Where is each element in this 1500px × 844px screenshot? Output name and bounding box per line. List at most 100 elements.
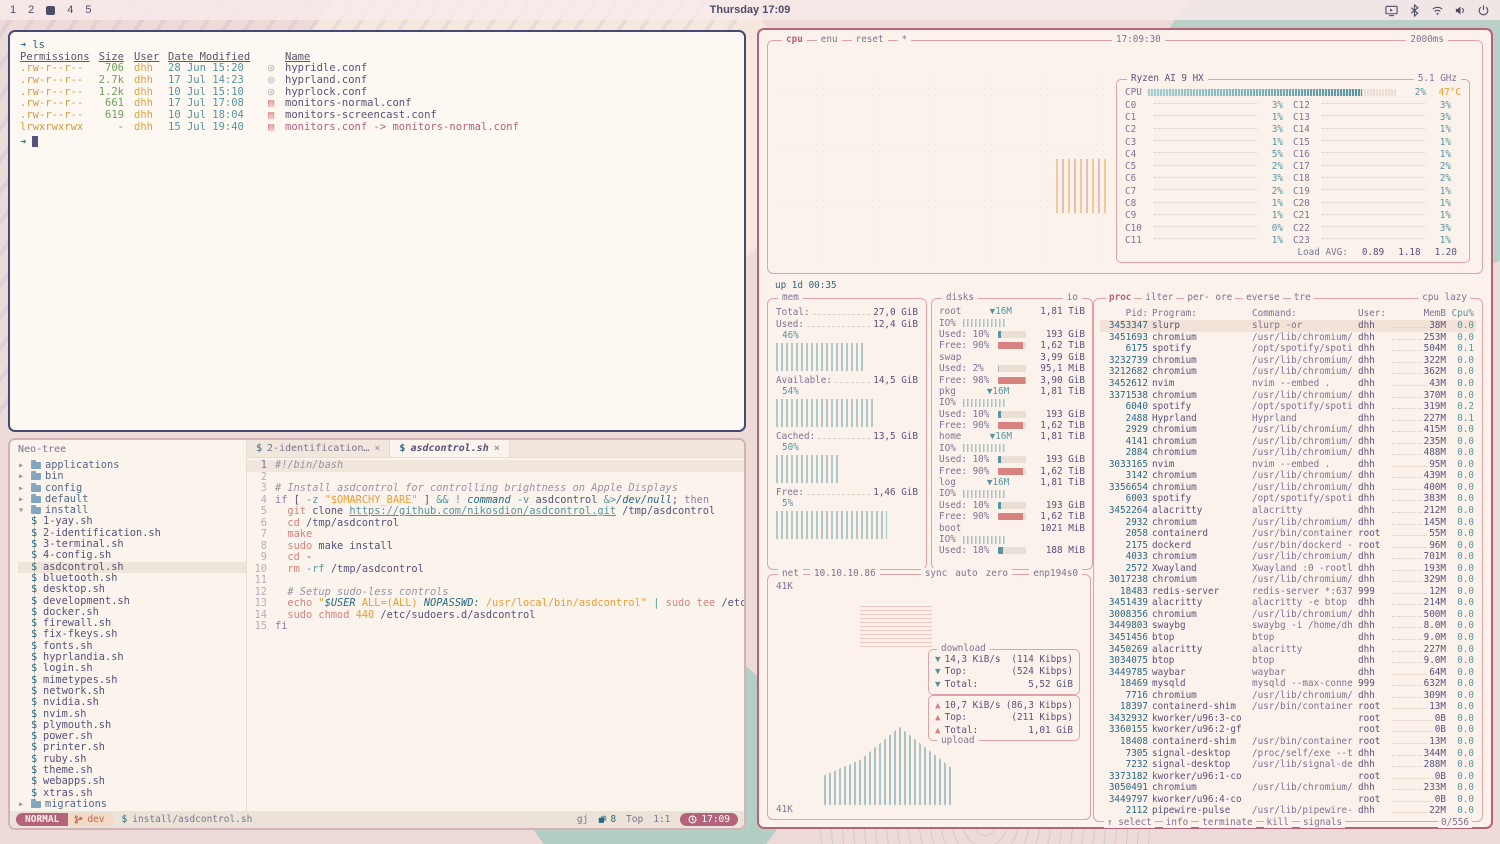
process-row[interactable]: 3373182kworker/u96:1-coroot0B0.0 [1100,770,1476,782]
process-row[interactable]: 3449803swaybgswaybg -i /home/dhdhh8.0M0.… [1100,620,1476,632]
process-row[interactable]: 2488HyprlandHyprlanddhh227M0.1 [1100,412,1476,424]
process-row[interactable]: 3452264alacrittyalacrittydhh212M0.0 [1100,505,1476,517]
process-row[interactable]: 3033165nvimnvim --embed .dhh95M0.0 [1100,459,1476,471]
process-row[interactable]: 3449797kworker/u96:4-coroot0B0.0 [1100,793,1476,805]
proc-tab-tre[interactable]: tre [1291,292,1314,303]
process-row[interactable]: 3356654chromium/usr/lib/chromium/dhh400M… [1100,482,1476,494]
process-row[interactable]: 2112pipewire-pulse/usr/lib/pipewire-dhh2… [1100,805,1476,817]
process-row[interactable]: 2175dockerd/usr/bin/dockerd -root96M0.0 [1100,539,1476,551]
net-interface[interactable]: enp194s0 [1029,568,1082,580]
tab-count[interactable]: 8 [598,814,616,825]
tree-file-nvidia.sh[interactable]: $nvidia.sh [18,697,246,708]
proc-col-program[interactable]: Program: [1152,308,1248,319]
process-row[interactable]: 3453347slurpslurp -ordhh38M0.0 [1100,320,1476,332]
net-button-auto[interactable]: auto [955,568,977,580]
tree-file-login.sh[interactable]: $login.sh [18,663,246,674]
btop-window[interactable]: cpuenureset* 17:09:30 2000ms Ryzen AI 9 … [757,28,1493,829]
proc-sort[interactable]: cpu lazy [1419,292,1470,303]
proc-tab-proc[interactable]: proc [1106,292,1134,303]
process-row[interactable]: 7305signal-desktop/proc/self/exe --tdhh3… [1100,747,1476,759]
workspace-1[interactable]: 1 [10,4,16,16]
btop-button-preset[interactable]: * [898,34,912,45]
tree-dir-bin[interactable]: ▸bin [18,471,246,482]
workspace-3-active[interactable] [46,6,55,15]
net-box-title[interactable]: net [778,568,803,580]
editor-window[interactable]: Neo-tree ▸applications▸bin▸config▸defaul… [8,438,746,830]
tree-file-4-config.sh[interactable]: $4-config.sh [18,550,246,561]
process-row[interactable]: 3212682chromium/usr/lib/chromium/dhh362M… [1100,366,1476,378]
process-row[interactable]: 6175spotify/opt/spotify/spotidhh504M0.1 [1100,343,1476,355]
proc-tab-ilter[interactable]: ilter [1142,292,1176,303]
btop-interval[interactable]: 2000ms [1406,34,1448,45]
btop-button-reset[interactable]: reset [852,34,888,45]
wifi-icon[interactable] [1431,4,1444,17]
tree-file-webapps.sh[interactable]: $webapps.sh [18,776,246,787]
process-row[interactable]: 3232739chromium/usr/lib/chromium/dhh322M… [1100,355,1476,367]
volume-icon[interactable] [1454,4,1467,17]
workspace-4[interactable]: 4 [67,4,73,16]
bluetooth-icon[interactable] [1408,4,1421,17]
btop-button-cpu[interactable]: cpu [782,34,807,45]
btop-button-enu[interactable]: enu [817,34,842,45]
proc-action-signals[interactable]: signals [1300,817,1345,828]
process-row[interactable]: 3451439alacrittyalacritty -e btopdhh214M… [1100,597,1476,609]
proc-col-command[interactable]: Command: [1252,308,1354,319]
proc-action-kill[interactable]: kill [1264,817,1292,828]
process-row[interactable]: 4033chromium/usr/lib/chromium/dhh701M0.0 [1100,551,1476,563]
process-row[interactable]: 3142chromium/usr/lib/chromium/dhh439M0.0 [1100,470,1476,482]
tree-file-desktop.sh[interactable]: $desktop.sh [18,584,246,595]
process-row[interactable]: 3432932kworker/u96:3-coroot0B0.0 [1100,713,1476,725]
process-row[interactable]: 18397containerd-shim/usr/bin/containerro… [1100,701,1476,713]
code-buffer[interactable]: 1#!/bin/bash23# Install asdcontrol for c… [247,458,744,811]
process-row[interactable]: 6040spotify/opt/spotify/spotidhh319M0.2 [1100,401,1476,413]
disks-box-title[interactable]: disks [942,292,978,304]
process-row[interactable]: 18483redis-serverredis-server *:63799912… [1100,586,1476,598]
process-row[interactable]: 2929chromium/usr/lib/chromium/dhh415M0.0 [1100,424,1476,436]
power-icon[interactable] [1477,4,1490,17]
proc-col-pid[interactable]: Pid: [1102,308,1148,319]
process-row[interactable]: 3050491chromium/usr/lib/chromium/dhh233M… [1100,782,1476,794]
process-row[interactable]: 18408containerd-shim/usr/bin/containerro… [1100,736,1476,748]
process-row[interactable]: 6003spotify/opt/spotify/spotidhh383M0.0 [1100,493,1476,505]
process-row[interactable]: 3017238chromium/usr/lib/chromium/dhh329M… [1100,574,1476,586]
net-button-sync[interactable]: sync [925,568,947,580]
proc-col-user[interactable]: User: [1358,308,1388,319]
process-row[interactable]: 3450269alacrittyalacrittydhh227M0.0 [1100,643,1476,655]
proc-action--select[interactable]: ↑ select [1104,817,1155,828]
workspace-2[interactable]: 2 [28,4,34,16]
io-toggle[interactable]: io [1063,292,1082,304]
proc-action-terminate[interactable]: terminate [1199,817,1255,828]
process-row[interactable]: 3449785waybarwaybardhh64M0.0 [1100,666,1476,678]
mem-box-title[interactable]: mem [778,292,803,304]
process-row[interactable]: 18469mysqldmysqld --max-conne999632M0.0 [1100,678,1476,690]
process-row[interactable]: 7716chromium/usr/lib/chromium/dhh309M0.0 [1100,690,1476,702]
process-row[interactable]: 7232signal-desktop/usr/lib/signal-dedhh2… [1100,759,1476,771]
process-row[interactable]: 2572XwaylandXwayland :0 -rootldhh193M0.0 [1100,562,1476,574]
process-row[interactable]: 2932chromium/usr/lib/chromium/dhh145M0.0 [1100,516,1476,528]
tab-close-icon[interactable]: × [374,443,380,454]
process-row[interactable]: 3034075btopbtopdhh9.0M0.0 [1100,655,1476,667]
process-row[interactable]: 2058containerd/usr/bin/containerroot55M0… [1100,528,1476,540]
process-row[interactable]: 2884chromium/usr/lib/chromium/dhh488M0.0 [1100,447,1476,459]
process-row[interactable]: 3451456btopbtopdhh9.0M0.0 [1100,632,1476,644]
proc-col-memb[interactable]: MemB [1392,308,1446,319]
clock[interactable]: Thursday 17:09 [710,4,791,16]
proc-tab-everse[interactable]: everse [1243,292,1283,303]
screencast-icon[interactable] [1385,4,1398,17]
tab-close-icon[interactable]: × [494,443,500,454]
process-row[interactable]: 3008356chromium/usr/lib/chromium/dhh500M… [1100,609,1476,621]
proc-action-info[interactable]: info [1163,817,1191,828]
tab-2-identification[interactable]: $2-identification…× [247,440,390,457]
process-row[interactable]: 4141chromium/usr/lib/chromium/dhh235M0.0 [1100,435,1476,447]
proc-tab-per-ore[interactable]: per- ore [1184,292,1235,303]
tree-dir-migrations[interactable]: ▸migrations [18,799,246,810]
workspace-5[interactable]: 5 [85,4,91,16]
git-branch[interactable]: dev [68,813,113,826]
process-row[interactable]: 3360155kworker/u96:2-gfroot0B0.0 [1100,724,1476,736]
process-row[interactable]: 3452612nvimnvim --embed .dhh43M0.0 [1100,378,1476,390]
terminal-window[interactable]: ➜lsPermissionsSizeUserDate ModifiedName.… [8,30,746,432]
net-button-zero[interactable]: zero [986,568,1008,580]
tab-asdcontrol.sh[interactable]: $asdcontrol.sh× [390,440,509,457]
proc-col-cpu[interactable]: Cpu% [1450,308,1474,319]
process-row[interactable]: 3371538chromium/usr/lib/chromium/dhh370M… [1100,389,1476,401]
